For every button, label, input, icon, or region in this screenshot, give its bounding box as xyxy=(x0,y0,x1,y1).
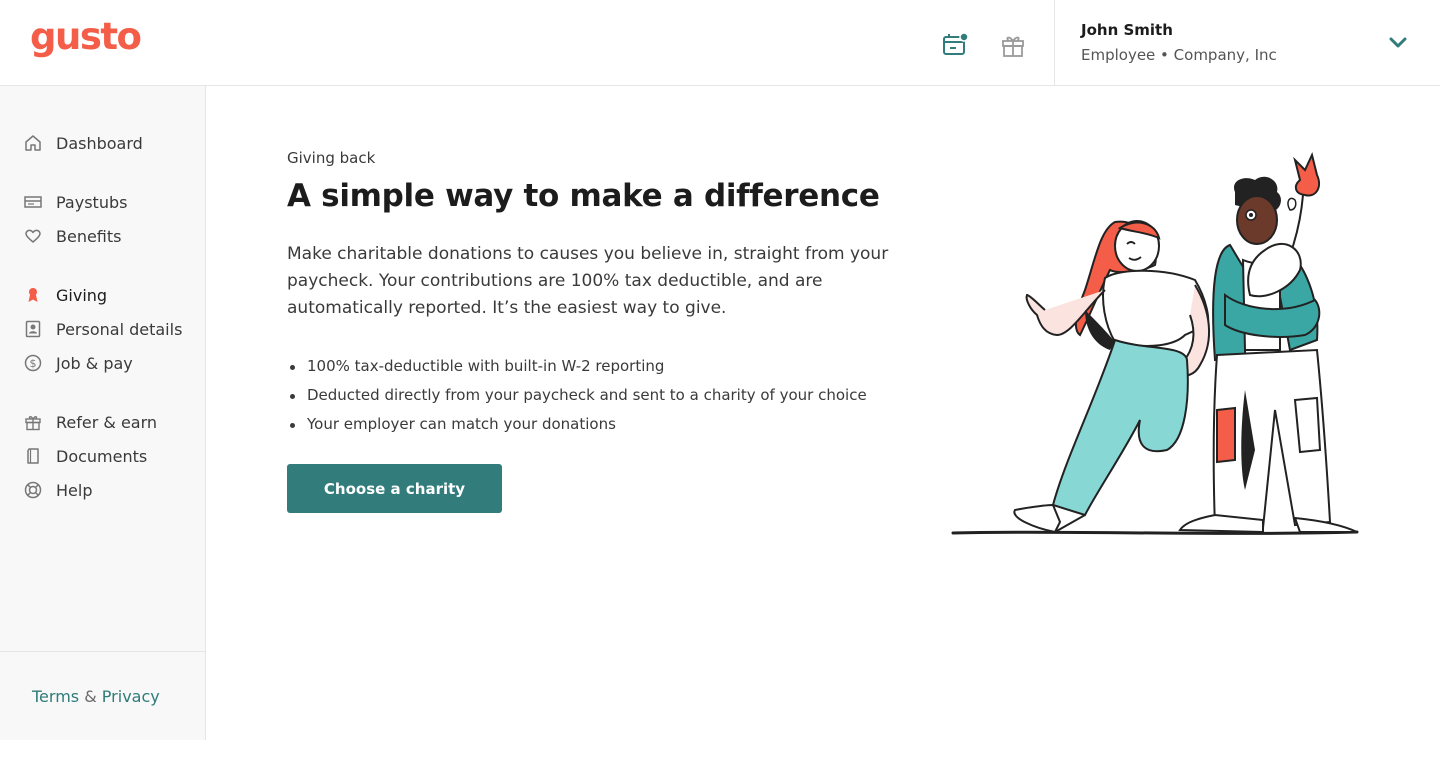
calendar-notification-icon[interactable] xyxy=(941,31,969,59)
document-icon xyxy=(24,447,42,465)
sidebar-item-label: Paystubs xyxy=(56,192,128,212)
sidebar-footer: Terms & Privacy xyxy=(0,651,205,740)
user-name: John Smith xyxy=(1081,21,1173,39)
choose-charity-button[interactable]: Choose a charity xyxy=(287,464,502,513)
chevron-down-icon[interactable] xyxy=(1387,32,1409,54)
giving-ribbon-icon xyxy=(24,286,42,304)
sidebar-item-paystubs[interactable]: Paystubs xyxy=(0,187,205,217)
paystub-icon xyxy=(24,193,42,211)
sidebar-item-label: Dashboard xyxy=(56,133,143,153)
sidebar-item-job-pay[interactable]: $ Job & pay xyxy=(0,348,205,378)
page-title: A simple way to make a difference xyxy=(287,178,880,214)
home-icon xyxy=(24,134,42,152)
sidebar-item-label: Help xyxy=(56,480,93,500)
dollar-circle-icon: $ xyxy=(24,354,42,372)
benefit-list: 100% tax-deductible with built-in W-2 re… xyxy=(287,352,927,439)
giving-illustration xyxy=(951,152,1359,535)
user-role: Employee • Company, Inc xyxy=(1081,46,1277,64)
sidebar-item-giving[interactable]: Giving xyxy=(0,280,205,310)
sidebar-item-personal-details[interactable]: Personal details xyxy=(0,314,205,344)
sidebar-item-label: Job & pay xyxy=(56,353,133,373)
sidebar-item-help[interactable]: Help xyxy=(0,475,205,505)
gift-icon[interactable] xyxy=(999,31,1027,59)
lifebuoy-icon xyxy=(24,481,42,499)
list-item: 100% tax-deductible with built-in W-2 re… xyxy=(287,352,927,381)
sidebar-item-label: Giving xyxy=(56,285,108,305)
privacy-link[interactable]: Privacy xyxy=(102,687,160,706)
gusto-logo[interactable]: gusto xyxy=(30,18,142,55)
sidebar-item-label: Benefits xyxy=(56,226,122,246)
terms-link[interactable]: Terms xyxy=(32,687,79,706)
ampersand: & xyxy=(84,687,97,706)
sidebar-nav: Dashboard Paystubs Benefits Giving Perso… xyxy=(0,86,206,740)
person-card-icon xyxy=(24,320,42,338)
top-header: gusto John Smith Employee • Company, Inc xyxy=(0,0,1440,86)
section-eyebrow: Giving back xyxy=(287,149,376,167)
svg-text:$: $ xyxy=(30,357,37,370)
list-item: Your employer can match your donations xyxy=(287,410,927,439)
heart-icon xyxy=(24,227,42,245)
sidebar-item-dashboard[interactable]: Dashboard xyxy=(0,128,205,158)
sidebar-item-label: Refer & earn xyxy=(56,412,158,432)
list-item: Deducted directly from your paycheck and… xyxy=(287,381,927,410)
sidebar-item-documents[interactable]: Documents xyxy=(0,441,205,471)
page-description: Make charitable donations to causes you … xyxy=(287,244,889,318)
sidebar-item-label: Documents xyxy=(56,446,148,466)
sidebar-item-refer-earn[interactable]: Refer & earn xyxy=(0,407,205,437)
gift-icon xyxy=(24,413,42,431)
sidebar-item-label: Personal details xyxy=(56,319,183,339)
sidebar-item-benefits[interactable]: Benefits xyxy=(0,221,205,251)
account-menu[interactable]: John Smith Employee • Company, Inc xyxy=(1054,0,1440,85)
